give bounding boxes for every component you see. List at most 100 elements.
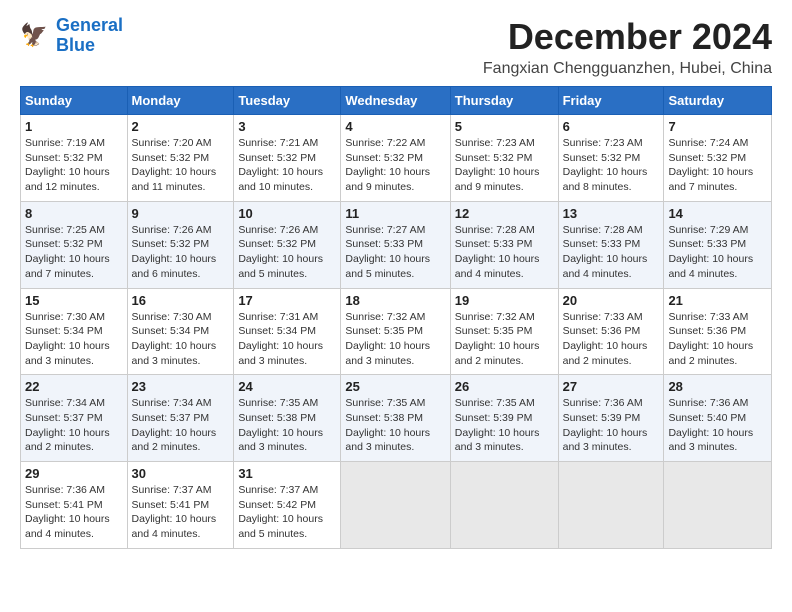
- calendar-cell: 30Sunrise: 7:37 AMSunset: 5:41 PMDayligh…: [127, 462, 234, 549]
- calendar-cell: 18 Sunrise: 7:32 AMSunset: 5:35 PMDayligh…: [341, 288, 450, 375]
- calendar-cell: [558, 462, 664, 549]
- cell-info: Sunrise: 7:37 AMSunset: 5:42 PMDaylight:…: [238, 483, 336, 542]
- weekday-header-cell: Wednesday: [341, 87, 450, 115]
- cell-info: Sunrise: 7:24 AMSunset: 5:32 PMDaylight:…: [668, 136, 767, 195]
- day-number: 20: [563, 293, 660, 308]
- weekday-header-row: SundayMondayTuesdayWednesdayThursdayFrid…: [21, 87, 772, 115]
- calendar-cell: 10 Sunrise: 7:26 AMSunset: 5:32 PMDayligh…: [234, 201, 341, 288]
- cell-info: Sunrise: 7:34 AMSunset: 5:37 PMDaylight:…: [132, 396, 230, 455]
- weekday-header-cell: Tuesday: [234, 87, 341, 115]
- calendar-cell: [450, 462, 558, 549]
- cell-info: Sunrise: 7:26 AMSunset: 5:32 PMDaylight:…: [238, 223, 336, 282]
- calendar-cell: 21 Sunrise: 7:33 AMSunset: 5:36 PMDayligh…: [664, 288, 772, 375]
- calendar-cell: 11 Sunrise: 7:27 AMSunset: 5:33 PMDayligh…: [341, 201, 450, 288]
- cell-info: Sunrise: 7:30 AMSunset: 5:34 PMDaylight:…: [132, 310, 230, 369]
- weekday-header-cell: Monday: [127, 87, 234, 115]
- logo-line1: General: [56, 15, 123, 35]
- logo-icon: 🦅: [20, 20, 52, 52]
- calendar-cell: 23 Sunrise: 7:34 AMSunset: 5:37 PMDayligh…: [127, 375, 234, 462]
- weekday-header-cell: Thursday: [450, 87, 558, 115]
- weekday-header-cell: Friday: [558, 87, 664, 115]
- month-title: December 2024: [483, 16, 772, 58]
- day-number: 26: [455, 379, 554, 394]
- calendar-cell: 13 Sunrise: 7:28 AMSunset: 5:33 PMDayligh…: [558, 201, 664, 288]
- cell-info: Sunrise: 7:26 AMSunset: 5:32 PMDaylight:…: [132, 223, 230, 282]
- weekday-header-cell: Sunday: [21, 87, 128, 115]
- day-number: 6: [563, 119, 660, 134]
- calendar-cell: 17 Sunrise: 7:31 AMSunset: 5:34 PMDayligh…: [234, 288, 341, 375]
- calendar-cell: 5Sunrise: 7:23 AMSunset: 5:32 PMDaylight…: [450, 115, 558, 202]
- logo-text: General Blue: [56, 16, 123, 56]
- day-number: 13: [563, 206, 660, 221]
- calendar-cell: [664, 462, 772, 549]
- cell-info: Sunrise: 7:21 AMSunset: 5:32 PMDaylight:…: [238, 136, 336, 195]
- cell-info: Sunrise: 7:19 AMSunset: 5:32 PMDaylight:…: [25, 136, 123, 195]
- cell-info: Sunrise: 7:23 AMSunset: 5:32 PMDaylight:…: [563, 136, 660, 195]
- day-number: 18: [345, 293, 445, 308]
- calendar-cell: 14Sunrise: 7:29 AMSunset: 5:33 PMDayligh…: [664, 201, 772, 288]
- cell-info: Sunrise: 7:28 AMSunset: 5:33 PMDaylight:…: [563, 223, 660, 282]
- day-number: 16: [132, 293, 230, 308]
- svg-text:🦅: 🦅: [20, 21, 48, 47]
- cell-info: Sunrise: 7:35 AMSunset: 5:38 PMDaylight:…: [345, 396, 445, 455]
- day-number: 4: [345, 119, 445, 134]
- cell-info: Sunrise: 7:35 AMSunset: 5:38 PMDaylight:…: [238, 396, 336, 455]
- calendar-cell: 12 Sunrise: 7:28 AMSunset: 5:33 PMDayligh…: [450, 201, 558, 288]
- cell-info: Sunrise: 7:37 AMSunset: 5:41 PMDaylight:…: [132, 483, 230, 542]
- day-number: 8: [25, 206, 123, 221]
- calendar-cell: 3Sunrise: 7:21 AMSunset: 5:32 PMDaylight…: [234, 115, 341, 202]
- calendar-cell: 15Sunrise: 7:30 AMSunset: 5:34 PMDayligh…: [21, 288, 128, 375]
- weekday-header-cell: Saturday: [664, 87, 772, 115]
- calendar-week-row: 8Sunrise: 7:25 AMSunset: 5:32 PMDaylight…: [21, 201, 772, 288]
- calendar-week-row: 22 Sunrise: 7:34 AMSunset: 5:37 PMDayligh…: [21, 375, 772, 462]
- calendar-week-row: 1 Sunrise: 7:19 AMSunset: 5:32 PMDaylight…: [21, 115, 772, 202]
- calendar-cell: 31 Sunrise: 7:37 AMSunset: 5:42 PMDayligh…: [234, 462, 341, 549]
- calendar-cell: 19Sunrise: 7:32 AMSunset: 5:35 PMDayligh…: [450, 288, 558, 375]
- day-number: 15: [25, 293, 123, 308]
- day-number: 1: [25, 119, 123, 134]
- logo: 🦅 General Blue: [20, 16, 123, 56]
- cell-info: Sunrise: 7:33 AMSunset: 5:36 PMDaylight:…: [668, 310, 767, 369]
- cell-info: Sunrise: 7:35 AMSunset: 5:39 PMDaylight:…: [455, 396, 554, 455]
- cell-info: Sunrise: 7:32 AMSunset: 5:35 PMDaylight:…: [455, 310, 554, 369]
- day-number: 25: [345, 379, 445, 394]
- day-number: 14: [668, 206, 767, 221]
- calendar-cell: 20 Sunrise: 7:33 AMSunset: 5:36 PMDayligh…: [558, 288, 664, 375]
- day-number: 11: [345, 206, 445, 221]
- day-number: 23: [132, 379, 230, 394]
- calendar-cell: 24 Sunrise: 7:35 AMSunset: 5:38 PMDayligh…: [234, 375, 341, 462]
- cell-info: Sunrise: 7:36 AMSunset: 5:39 PMDaylight:…: [563, 396, 660, 455]
- day-number: 28: [668, 379, 767, 394]
- cell-info: Sunrise: 7:23 AMSunset: 5:32 PMDaylight:…: [455, 136, 554, 195]
- day-number: 12: [455, 206, 554, 221]
- page-header: 🦅 General Blue December 2024 Fangxian Ch…: [20, 16, 772, 78]
- day-number: 24: [238, 379, 336, 394]
- calendar-cell: 22 Sunrise: 7:34 AMSunset: 5:37 PMDayligh…: [21, 375, 128, 462]
- cell-info: Sunrise: 7:36 AMSunset: 5:41 PMDaylight:…: [25, 483, 123, 542]
- cell-info: Sunrise: 7:27 AMSunset: 5:33 PMDaylight:…: [345, 223, 445, 282]
- calendar-cell: 29 Sunrise: 7:36 AMSunset: 5:41 PMDayligh…: [21, 462, 128, 549]
- day-number: 31: [238, 466, 336, 481]
- calendar-body: 1 Sunrise: 7:19 AMSunset: 5:32 PMDaylight…: [21, 115, 772, 549]
- calendar-cell: 16 Sunrise: 7:30 AMSunset: 5:34 PMDayligh…: [127, 288, 234, 375]
- day-number: 7: [668, 119, 767, 134]
- calendar-cell: [341, 462, 450, 549]
- day-number: 29: [25, 466, 123, 481]
- cell-info: Sunrise: 7:28 AMSunset: 5:33 PMDaylight:…: [455, 223, 554, 282]
- calendar-cell: 6 Sunrise: 7:23 AMSunset: 5:32 PMDaylight…: [558, 115, 664, 202]
- cell-info: Sunrise: 7:34 AMSunset: 5:37 PMDaylight:…: [25, 396, 123, 455]
- cell-info: Sunrise: 7:32 AMSunset: 5:35 PMDaylight:…: [345, 310, 445, 369]
- day-number: 17: [238, 293, 336, 308]
- cell-info: Sunrise: 7:33 AMSunset: 5:36 PMDaylight:…: [563, 310, 660, 369]
- day-number: 10: [238, 206, 336, 221]
- day-number: 21: [668, 293, 767, 308]
- calendar-cell: 2Sunrise: 7:20 AMSunset: 5:32 PMDaylight…: [127, 115, 234, 202]
- calendar-week-row: 29 Sunrise: 7:36 AMSunset: 5:41 PMDayligh…: [21, 462, 772, 549]
- calendar-cell: 9Sunrise: 7:26 AMSunset: 5:32 PMDaylight…: [127, 201, 234, 288]
- day-number: 22: [25, 379, 123, 394]
- cell-info: Sunrise: 7:31 AMSunset: 5:34 PMDaylight:…: [238, 310, 336, 369]
- cell-info: Sunrise: 7:20 AMSunset: 5:32 PMDaylight:…: [132, 136, 230, 195]
- logo-line2: Blue: [56, 36, 123, 56]
- calendar-cell: 26 Sunrise: 7:35 AMSunset: 5:39 PMDayligh…: [450, 375, 558, 462]
- calendar-cell: 4Sunrise: 7:22 AMSunset: 5:32 PMDaylight…: [341, 115, 450, 202]
